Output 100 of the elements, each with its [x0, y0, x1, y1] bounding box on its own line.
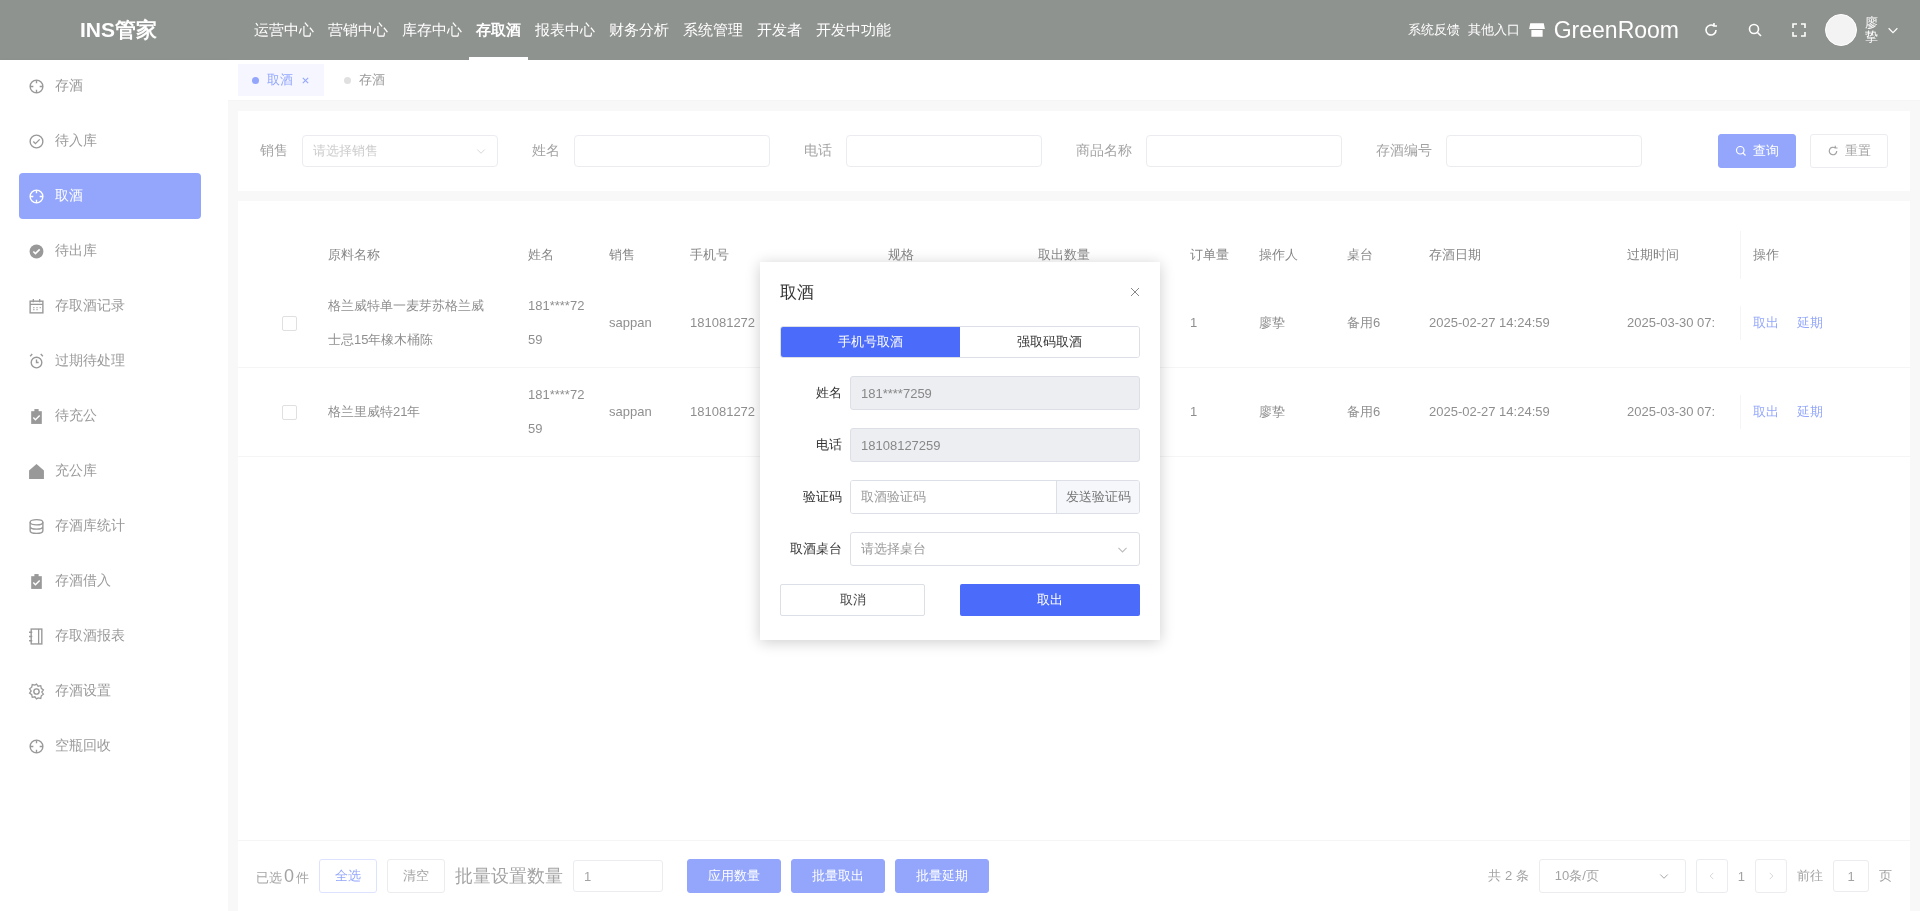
- database-icon: [28, 517, 45, 535]
- status-dot: [344, 76, 351, 84]
- column-header: 取出数量: [1038, 246, 1091, 264]
- page-number[interactable]: 1: [1737, 868, 1745, 884]
- refresh-icon[interactable]: [1703, 22, 1719, 38]
- crosshair-icon: [28, 77, 45, 95]
- column-header: 存酒日期: [1429, 246, 1482, 264]
- quantity-input[interactable]: 1: [573, 860, 663, 892]
- status-dot: [252, 76, 259, 84]
- goto-label: 前往: [1797, 867, 1823, 885]
- confirm-button[interactable]: 取出: [960, 584, 1140, 616]
- user-name[interactable]: 廖挚: [1865, 15, 1878, 45]
- table-cell: sappan: [609, 404, 652, 419]
- nav-tab[interactable]: 运营中心: [247, 0, 321, 60]
- sidebar-item[interactable]: 存酒借入: [19, 558, 201, 604]
- search-icon[interactable]: [1747, 22, 1763, 38]
- nav-tab[interactable]: 报表中心: [528, 0, 602, 60]
- sidebar-item[interactable]: 待入库: [19, 118, 201, 164]
- check-circle-icon: [28, 242, 45, 260]
- total-count: 共 2 条: [1488, 867, 1529, 885]
- page-unit-label: 页: [1879, 867, 1892, 885]
- table-cell: 2025-02-27 14:24:59: [1429, 315, 1550, 330]
- close-icon[interactable]: [1130, 287, 1140, 297]
- sidebar-item[interactable]: 存取酒报表: [19, 613, 201, 659]
- header-link[interactable]: 系统反馈: [1407, 21, 1460, 39]
- batch-button[interactable]: 应用数量: [687, 859, 781, 893]
- table-cell: 廖挚: [1259, 315, 1285, 330]
- search-button[interactable]: 查询: [1718, 134, 1796, 168]
- previous-page-button[interactable]: [1695, 859, 1728, 893]
- batch-button[interactable]: 批量延期: [895, 859, 989, 893]
- sidebar-item[interactable]: 待出库: [19, 228, 201, 274]
- table-cell-text: 181****7259: [528, 297, 586, 349]
- sidebar-item[interactable]: 过期待处理: [19, 338, 201, 384]
- next-page-button[interactable]: [1755, 859, 1787, 893]
- nav-tab[interactable]: 开发者: [750, 0, 809, 60]
- batch-button[interactable]: 批量取出: [791, 859, 885, 893]
- nav-tab[interactable]: 系统管理: [676, 0, 750, 60]
- action-link[interactable]: 取出: [1753, 395, 1779, 429]
- table-cell: 2025-03-30 07:: [1627, 315, 1716, 330]
- select-field[interactable]: 请选择桌台: [850, 532, 1140, 566]
- table-cell: sappan: [609, 315, 652, 330]
- sidebar-item[interactable]: 存酒设置: [19, 668, 201, 714]
- sidebar-item[interactable]: 空瓶回收: [19, 723, 201, 769]
- sidebar-item[interactable]: 取酒: [19, 173, 201, 219]
- mode-tab[interactable]: 手机号取酒: [781, 327, 960, 357]
- page-tab[interactable]: 存酒: [330, 64, 399, 96]
- sidebar-item[interactable]: 存酒: [19, 63, 201, 109]
- sidebar-item[interactable]: 待充公: [19, 393, 201, 439]
- action-link[interactable]: 取出: [1753, 306, 1779, 340]
- header-link[interactable]: 其他入口: [1467, 21, 1520, 39]
- table-cell: 2025-02-27 14:24:59: [1429, 404, 1550, 419]
- column-header: 规格: [888, 246, 915, 264]
- field-label: 验证码: [802, 488, 842, 506]
- clear-button[interactable]: 清空: [387, 859, 445, 893]
- nav-tab[interactable]: 财务分析: [602, 0, 676, 60]
- row-checkbox[interactable]: [282, 404, 297, 420]
- table-cell-text: 181****7259: [528, 386, 586, 438]
- select-all-button[interactable]: 全选: [319, 859, 377, 893]
- store-name[interactable]: GreenRoom: [1553, 16, 1679, 44]
- selected-count: 0: [284, 865, 294, 887]
- reset-button[interactable]: 重置: [1810, 134, 1888, 168]
- field-label: 存酒编号: [1376, 142, 1432, 160]
- dialog-title: 取酒: [780, 281, 814, 304]
- table-cell-text: 格兰里威特21年: [328, 403, 422, 421]
- sidebar-item[interactable]: 存取酒记录: [19, 283, 201, 329]
- table-cell: 1: [1190, 315, 1198, 330]
- goto-page-input[interactable]: 1: [1833, 860, 1869, 892]
- table-cell: 备用6: [1347, 404, 1381, 419]
- page-size-select[interactable]: 10条/页: [1538, 859, 1686, 893]
- user-avatar[interactable]: [1825, 14, 1857, 46]
- home-icon: [28, 462, 45, 480]
- column-header: 订单量: [1190, 246, 1230, 264]
- field-label: 姓名: [532, 142, 560, 160]
- batch-quantity-label: 批量设置数量: [455, 865, 563, 888]
- fullscreen-icon[interactable]: [1791, 22, 1807, 38]
- column-header: 桌台: [1347, 246, 1374, 264]
- column-header: 操作: [1740, 231, 1850, 279]
- table-cell: 廖挚: [1259, 404, 1285, 419]
- nav-tab[interactable]: 营销中心: [321, 0, 395, 60]
- table-cell: 181081272: [690, 315, 756, 330]
- selection-label: 已选: [256, 868, 282, 887]
- sidebar-item[interactable]: 充公库: [19, 448, 201, 494]
- book-icon: [28, 627, 45, 645]
- page-tab[interactable]: 取酒: [238, 64, 324, 96]
- nav-tab[interactable]: 开发中功能: [809, 0, 898, 60]
- column-header: 姓名: [528, 246, 555, 264]
- cancel-button[interactable]: 取消: [780, 584, 925, 616]
- clipboard-check-icon: [28, 407, 45, 425]
- gear-icon: [28, 682, 45, 700]
- sidebar-item[interactable]: 存酒库统计: [19, 503, 201, 549]
- count-unit: 件: [296, 868, 309, 887]
- column-header: 销售: [609, 246, 636, 264]
- row-checkbox[interactable]: [282, 315, 297, 331]
- column-header: 操作人: [1259, 246, 1299, 264]
- nav-tab[interactable]: 库存中心: [395, 0, 469, 60]
- action-link[interactable]: 延期: [1797, 395, 1823, 429]
- input-field: 18108127259: [850, 428, 1140, 462]
- app-logo[interactable]: INS管家: [80, 16, 247, 44]
- action-link[interactable]: 延期: [1797, 306, 1823, 340]
- close-icon[interactable]: [301, 75, 310, 85]
